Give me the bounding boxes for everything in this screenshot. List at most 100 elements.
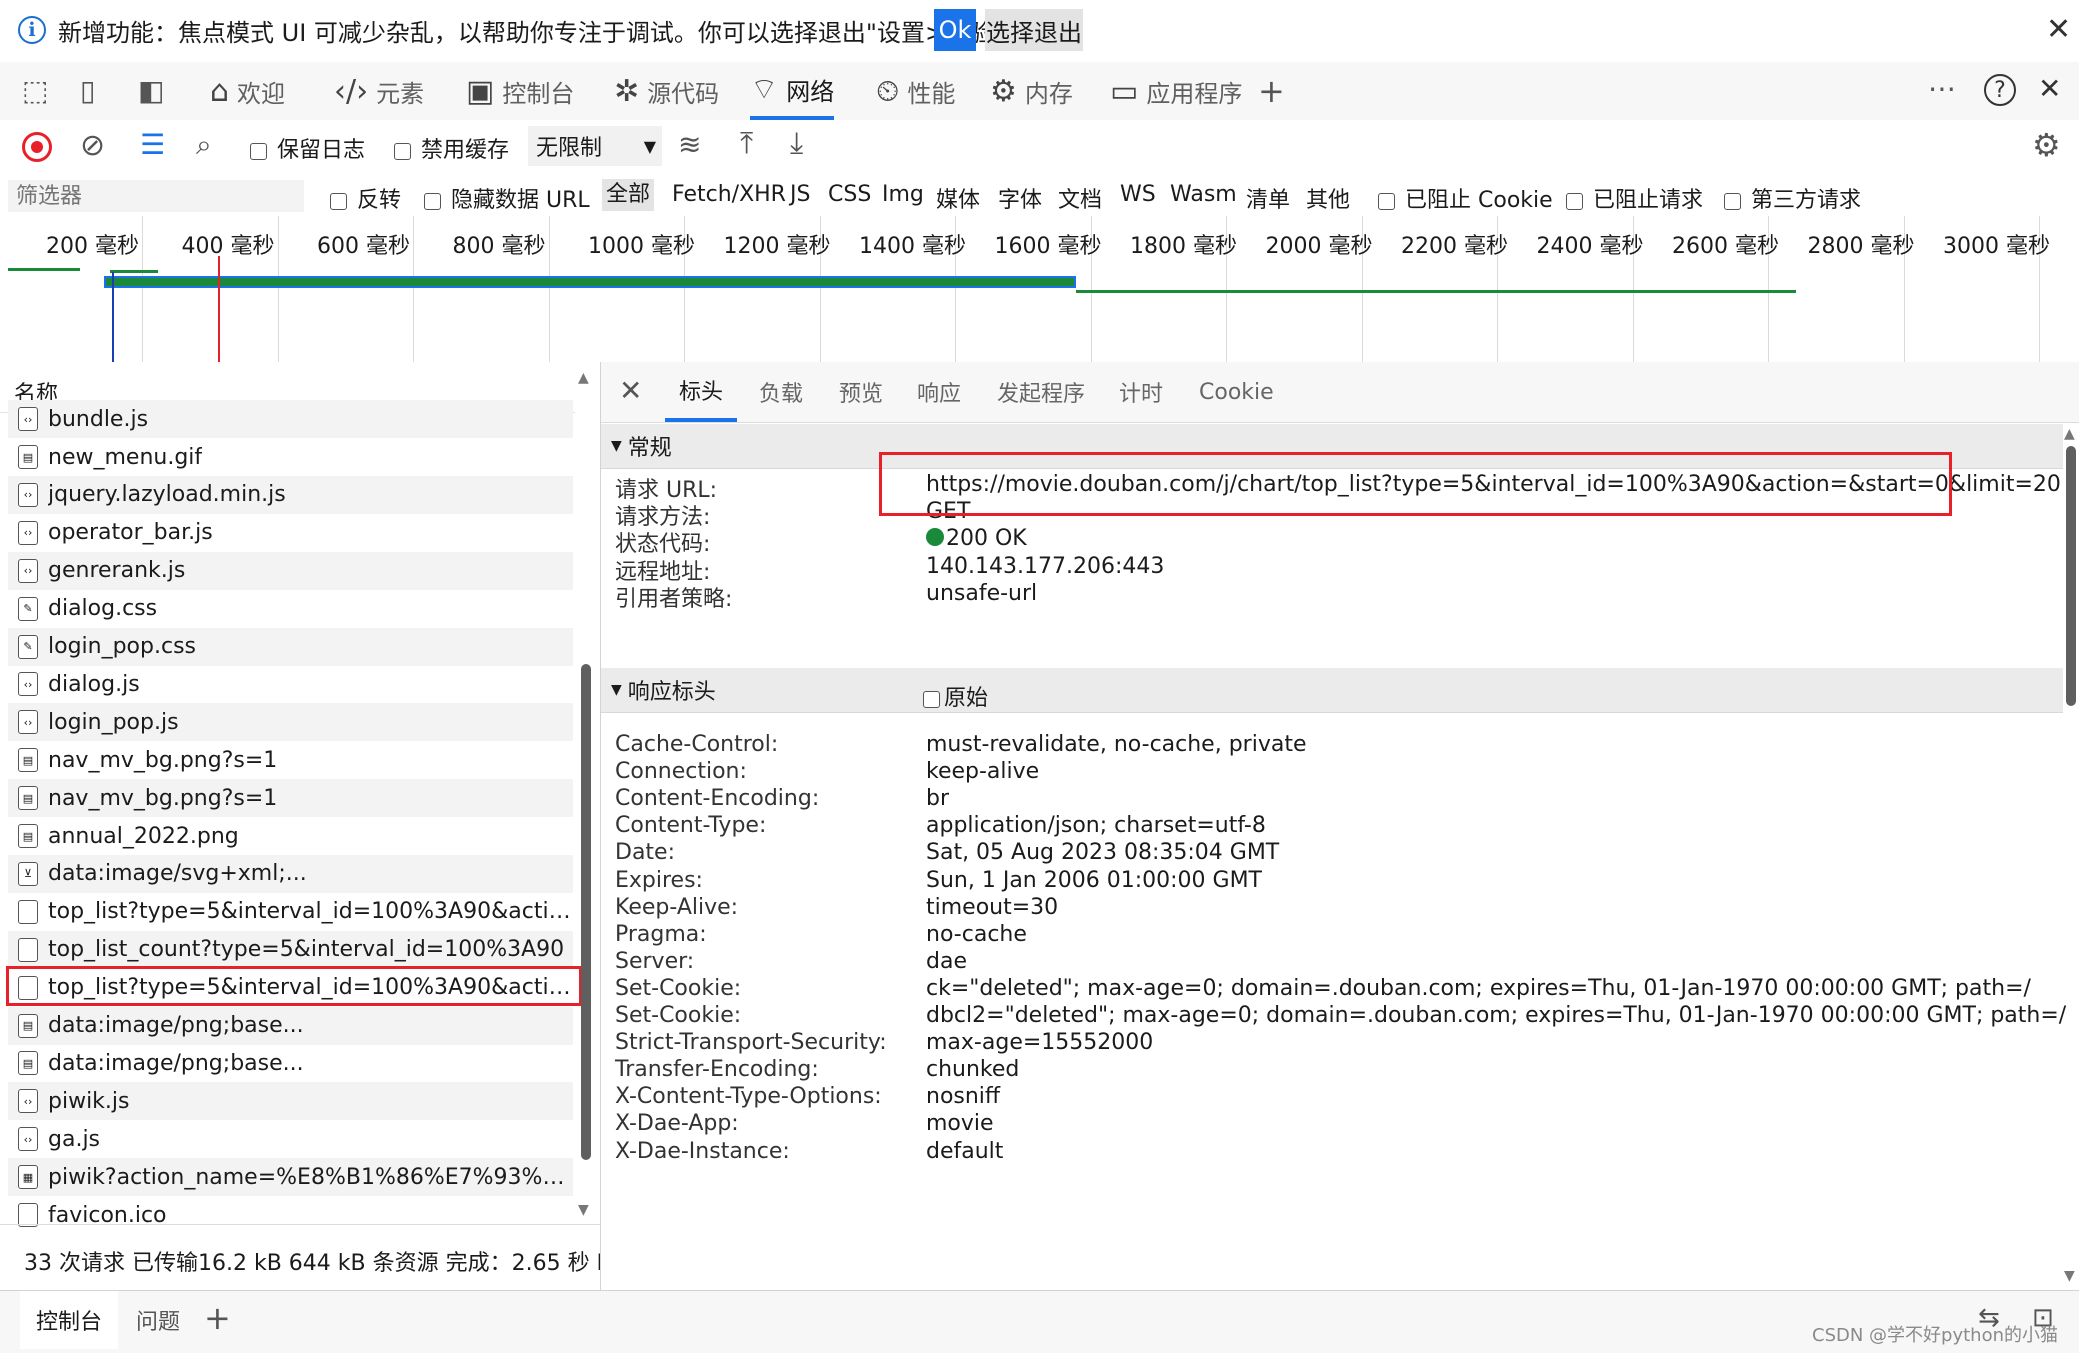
detail-tab-1[interactable]: 负载: [759, 362, 803, 422]
detail-tab-6[interactable]: Cookie: [1199, 362, 1274, 422]
clear-icon[interactable]: ⊘: [80, 128, 105, 163]
response-header-value[interactable]: must-revalidate, no-cache, private: [926, 732, 1307, 757]
import-har-icon[interactable]: ⤒: [740, 126, 753, 161]
request-row[interactable]: ▤data:image/png;base...: [8, 1007, 573, 1045]
invert-checkbox[interactable]: 反转: [330, 182, 401, 214]
add-drawer-tab-icon[interactable]: +: [204, 1299, 231, 1337]
request-row[interactable]: ‹›dialog.js: [8, 665, 573, 703]
filter-icon[interactable]: ☰: [140, 128, 165, 161]
add-tab-icon[interactable]: +: [1258, 72, 1285, 110]
tab-6[interactable]: ⚙内存: [990, 62, 1073, 120]
request-row[interactable]: ‹›genrerank.js: [8, 552, 573, 590]
filter-type-9[interactable]: Wasm: [1170, 182, 1237, 207]
response-header-value[interactable]: default: [926, 1139, 1003, 1164]
scrollbar-thumb[interactable]: [2066, 446, 2076, 706]
close-devtools-icon[interactable]: ✕: [2038, 72, 2061, 105]
tab-4[interactable]: ⌔网络: [750, 62, 834, 120]
general-value[interactable]: unsafe-url: [926, 581, 1037, 606]
response-header-value[interactable]: application/json; charset=utf-8: [926, 813, 1266, 838]
close-icon[interactable]: ✕: [2046, 12, 2071, 47]
settings-gear-icon[interactable]: ⚙: [2032, 126, 2061, 164]
response-header-value[interactable]: keep-alive: [926, 759, 1039, 784]
help-icon[interactable]: ?: [1984, 74, 2016, 106]
export-har-icon[interactable]: ⤓: [790, 126, 803, 161]
filter-type-3[interactable]: CSS: [828, 182, 871, 207]
request-row[interactable]: top_list_count?type=5&interval_id=100%3A…: [8, 931, 573, 969]
response-header-value[interactable]: Sun, 1 Jan 2006 01:00:00 GMT: [926, 868, 1262, 893]
response-header-value[interactable]: Sat, 05 Aug 2023 08:35:04 GMT: [926, 840, 1279, 865]
response-header-value[interactable]: chunked: [926, 1057, 1019, 1082]
blocked-cookies-checkbox[interactable]: 已阻止 Cookie: [1378, 182, 1553, 214]
filter-type-5[interactable]: 媒体: [936, 182, 980, 214]
scroll-down-icon[interactable]: ▼: [2064, 1268, 2075, 1284]
scroll-down-icon[interactable]: ▼: [578, 1202, 589, 1218]
close-details-icon[interactable]: ✕: [619, 374, 642, 407]
response-header-value[interactable]: br: [926, 786, 949, 811]
disable-cache-checkbox[interactable]: 禁用缓存: [394, 132, 509, 164]
request-row[interactable]: ‹›ga.js: [8, 1120, 573, 1158]
response-header-value[interactable]: dae: [926, 949, 967, 974]
general-value[interactable]: 140.143.177.206:443: [926, 554, 1164, 579]
filter-type-8[interactable]: WS: [1120, 182, 1156, 207]
request-row[interactable]: ✎dialog.css: [8, 590, 573, 628]
filter-type-0[interactable]: 全部: [602, 179, 654, 211]
request-list-scrollbar[interactable]: ▲ ▼: [578, 362, 594, 1224]
tab-5[interactable]: ⏲性能: [876, 62, 955, 120]
scroll-up-icon[interactable]: ▲: [2064, 426, 2075, 442]
request-row[interactable]: top_list?type=5&interval_id=100%3A90&act…: [8, 893, 573, 931]
dock-icon[interactable]: ◧: [138, 74, 164, 107]
scroll-up-icon[interactable]: ▲: [578, 370, 589, 386]
tab-7[interactable]: ▭应用程序: [1110, 62, 1242, 120]
request-row[interactable]: ⊻data:image/svg+xml;...: [8, 855, 573, 893]
inspect-icon[interactable]: ⬚: [22, 74, 48, 107]
search-icon[interactable]: ⌕: [196, 128, 212, 162]
response-header-value[interactable]: movie: [926, 1111, 994, 1136]
drawer-tab-1[interactable]: 问题: [120, 1291, 196, 1349]
response-headers-section-header[interactable]: ▼ 响应标头 原始: [601, 668, 2063, 713]
request-row[interactable]: ‹›operator_bar.js: [8, 514, 573, 552]
drawer-tab-0[interactable]: 控制台: [20, 1291, 118, 1349]
request-row[interactable]: ▤annual_2022.png: [8, 817, 573, 855]
general-value[interactable]: 200 OK: [926, 526, 1027, 551]
response-header-value[interactable]: timeout=30: [926, 895, 1058, 920]
blocked-requests-checkbox[interactable]: 已阻止请求: [1566, 182, 1703, 214]
detail-tab-0[interactable]: 标头: [665, 362, 737, 422]
filter-type-2[interactable]: JS: [790, 182, 810, 207]
request-row[interactable]: ‹›piwik.js: [8, 1082, 573, 1120]
tab-2[interactable]: ▣控制台: [466, 62, 574, 120]
filter-type-10[interactable]: 清单: [1246, 182, 1290, 214]
throttle-select[interactable]: 无限制▼: [528, 126, 662, 166]
ok-button[interactable]: Ok: [934, 9, 976, 51]
tab-3[interactable]: ✲源代码: [614, 62, 719, 120]
request-row[interactable]: ▦piwik?action_name=%E8%B1%86%E7%93%A3%E7…: [8, 1158, 573, 1196]
record-icon[interactable]: [22, 132, 52, 162]
filter-input[interactable]: [8, 180, 304, 212]
details-scrollbar[interactable]: ▲ ▼: [2063, 422, 2079, 1290]
raw-checkbox[interactable]: 原始: [923, 680, 988, 712]
more-options-icon[interactable]: ⋯: [1928, 72, 1956, 105]
tab-0[interactable]: ⌂欢迎: [210, 62, 285, 120]
filter-type-6[interactable]: 字体: [998, 182, 1042, 214]
device-emulation-icon[interactable]: ▯: [80, 74, 95, 107]
request-row[interactable]: ▤data:image/png;base...: [8, 1044, 573, 1082]
request-row[interactable]: ‹›jquery.lazyload.min.js: [8, 476, 573, 514]
network-conditions-icon[interactable]: ≋: [678, 128, 701, 161]
detail-tab-3[interactable]: 响应: [917, 362, 961, 422]
response-header-value[interactable]: no-cache: [926, 922, 1027, 947]
request-row[interactable]: ▤nav_mv_bg.png?s=1: [8, 741, 573, 779]
detail-tab-5[interactable]: 计时: [1119, 362, 1163, 422]
filter-type-7[interactable]: 文档: [1058, 182, 1102, 214]
detail-tab-2[interactable]: 预览: [839, 362, 883, 422]
request-row[interactable]: ‹›login_pop.js: [8, 703, 573, 741]
opt-out-button[interactable]: 选择退出: [985, 9, 1083, 51]
third-party-checkbox[interactable]: 第三方请求: [1724, 182, 1861, 214]
response-header-value[interactable]: dbcl2="deleted"; max-age=0; domain=.doub…: [926, 1003, 2066, 1028]
filter-type-11[interactable]: 其他: [1306, 182, 1350, 214]
hide-data-urls-checkbox[interactable]: 隐藏数据 URL: [424, 182, 590, 214]
filter-type-1[interactable]: Fetch/XHR: [672, 182, 786, 207]
filter-type-4[interactable]: Img: [882, 182, 924, 207]
request-row[interactable]: ‹›bundle.js: [8, 400, 573, 438]
preserve-log-checkbox[interactable]: 保留日志: [250, 132, 365, 164]
request-row[interactable]: ▤new_menu.gif: [8, 438, 573, 476]
request-row[interactable]: ▤nav_mv_bg.png?s=1: [8, 779, 573, 817]
